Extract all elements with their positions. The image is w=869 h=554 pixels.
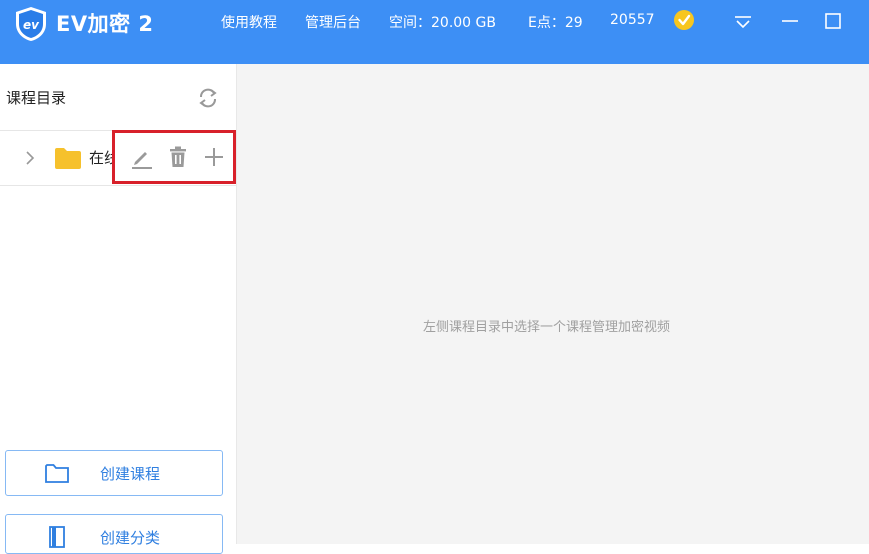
empty-state-text: 左侧课程目录中选择一个课程管理加密视频 bbox=[423, 320, 671, 335]
main-content: 左侧课程目录中选择一个课程管理加密视频 bbox=[237, 64, 869, 544]
maximize-icon[interactable] bbox=[820, 8, 846, 34]
tree-item-label: 在线 bbox=[89, 149, 113, 167]
refresh-icon[interactable] bbox=[194, 84, 222, 112]
tutorial-link[interactable]: 使用教程 bbox=[221, 12, 277, 32]
folder-outline-icon bbox=[45, 464, 69, 483]
minimize-icon[interactable] bbox=[777, 8, 803, 34]
edit-icon[interactable] bbox=[129, 144, 155, 170]
create-category-button[interactable]: 创建分类 bbox=[5, 514, 223, 554]
create-category-label: 创建分类 bbox=[100, 529, 161, 547]
chevron-right-icon[interactable] bbox=[22, 149, 38, 167]
sidebar-title: 课程目录 bbox=[6, 89, 67, 107]
svg-text:ev: ev bbox=[23, 18, 40, 32]
tree-item-actions-highlight bbox=[112, 130, 236, 184]
sidebar-header: 课程目录 bbox=[0, 64, 236, 131]
user-id: 20557 bbox=[610, 12, 655, 28]
admin-link[interactable]: 管理后台 bbox=[305, 12, 361, 32]
add-icon[interactable] bbox=[201, 144, 227, 170]
app-title: EV加密 2 bbox=[56, 12, 154, 36]
create-course-button[interactable]: 创建课程 bbox=[5, 450, 223, 496]
dropdown-menu-icon[interactable] bbox=[730, 8, 756, 34]
sidebar: 课程目录 在线 bbox=[0, 64, 237, 554]
storage-space: 空间：20.00 GB bbox=[389, 15, 496, 31]
vip-coin-icon[interactable] bbox=[673, 9, 695, 31]
ev-shield-logo-icon: ev bbox=[16, 7, 46, 41]
delete-icon[interactable] bbox=[165, 144, 191, 170]
folder-icon bbox=[55, 148, 81, 169]
title-bar: ev EV加密 2 使用教程 管理后台 空间：20.00 GB E点：29 20… bbox=[0, 0, 869, 64]
e-points: E点：29 bbox=[528, 15, 583, 31]
create-course-label: 创建课程 bbox=[100, 465, 161, 483]
book-icon bbox=[49, 526, 65, 548]
